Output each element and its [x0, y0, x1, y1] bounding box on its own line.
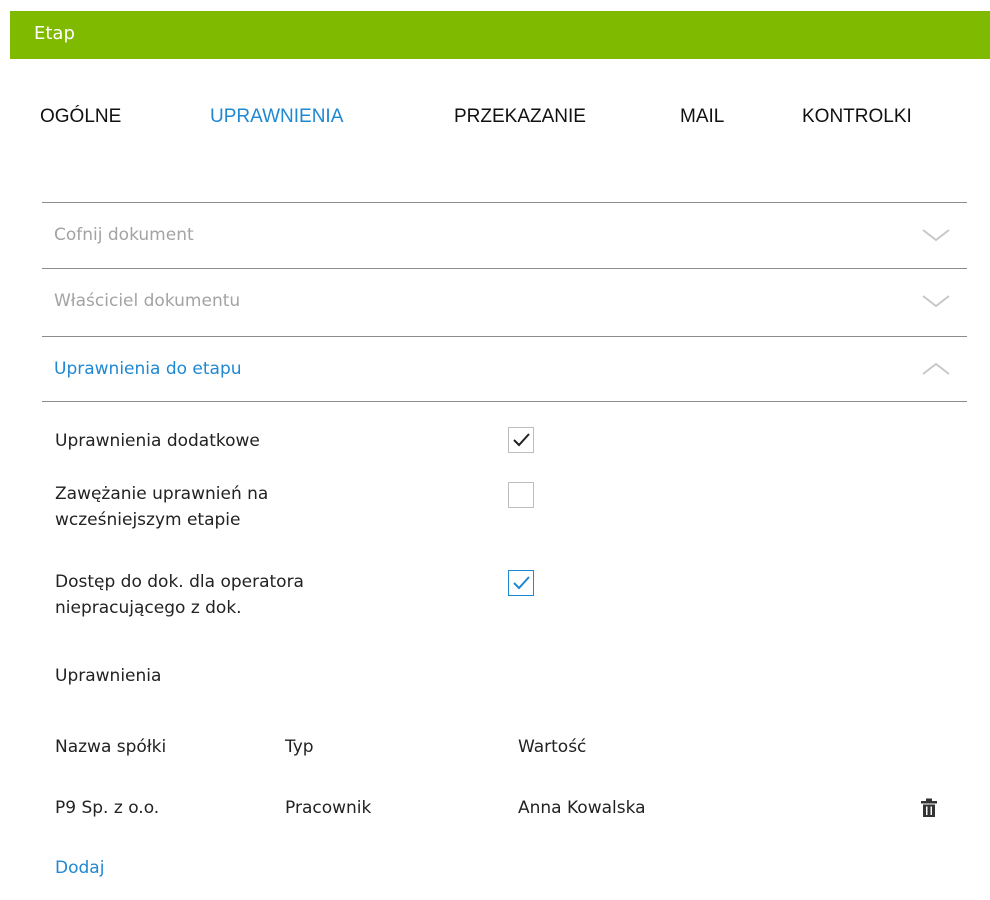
- accordion-document-owner[interactable]: Właściciel dokumentu: [42, 268, 967, 335]
- setting-label-line: wcześniejszym etapie: [55, 510, 241, 530]
- additional-permissions-checkbox[interactable]: [508, 427, 534, 453]
- checkmark-icon: [513, 433, 530, 447]
- panel-title: Etap: [34, 23, 75, 44]
- column-header-value: Wartość: [518, 737, 587, 757]
- trash-icon[interactable]: [920, 798, 938, 818]
- accordion-label: Uprawnienia do etapu: [54, 359, 242, 379]
- cell-type: Pracownik: [285, 798, 372, 818]
- setting-label-non-working-operator-access: Dostęp do dok. dla operatora niepracując…: [55, 569, 304, 621]
- accordion-label: Właściciel dokumentu: [54, 291, 241, 311]
- setting-label-line: Dostęp do dok. dla operatora: [55, 572, 304, 592]
- cell-value: Anna Kowalska: [518, 798, 646, 818]
- tab-transfer[interactable]: PRZEKAZANIE: [454, 104, 586, 130]
- table-row: P9 Sp. z o.o. Pracownik Anna Kowalska: [55, 795, 955, 825]
- chevron-up-icon[interactable]: [921, 362, 951, 376]
- column-header-company: Nazwa spółki: [55, 737, 167, 757]
- accordion-stage-permissions[interactable]: Uprawnienia do etapu: [42, 336, 967, 403]
- setting-label-line: niepracującego z dok.: [55, 598, 242, 618]
- setting-label-line: Uprawnienia dodatkowe: [55, 431, 260, 451]
- non-working-operator-access-checkbox[interactable]: [508, 570, 534, 596]
- add-permission-link[interactable]: Dodaj: [55, 855, 104, 881]
- permissions-table-header: Nazwa spółki Typ Wartość: [55, 734, 955, 764]
- cell-company: P9 Sp. z o.o.: [55, 798, 160, 818]
- checkmark-icon: [513, 576, 530, 590]
- permissions-section-label: Uprawnienia: [55, 666, 162, 686]
- tab-mail[interactable]: MAIL: [680, 104, 724, 130]
- setting-label-line: Zawężanie uprawnień na: [55, 484, 269, 504]
- tab-general[interactable]: OGÓLNE: [40, 104, 121, 130]
- narrowing-permissions-checkbox[interactable]: [508, 482, 534, 508]
- setting-label-additional-permissions: Uprawnienia dodatkowe: [55, 428, 260, 454]
- accordion-undo-document[interactable]: Cofnij dokument: [42, 202, 967, 269]
- chevron-down-icon[interactable]: [921, 228, 951, 242]
- tab-controls[interactable]: KONTROLKI: [802, 104, 912, 130]
- setting-label-narrowing-permissions: Zawężanie uprawnień na wcześniejszym eta…: [55, 481, 268, 533]
- accordion-divider: [42, 401, 967, 402]
- chevron-down-icon[interactable]: [921, 294, 951, 308]
- accordion-label: Cofnij dokument: [54, 225, 194, 245]
- tab-permissions[interactable]: UPRAWNIENIA: [210, 104, 343, 130]
- column-header-type: Typ: [285, 737, 314, 757]
- tab-bar: OGÓLNE UPRAWNIENIA PRZEKAZANIE MAIL KONT…: [0, 104, 990, 134]
- panel-header: Etap: [10, 11, 990, 59]
